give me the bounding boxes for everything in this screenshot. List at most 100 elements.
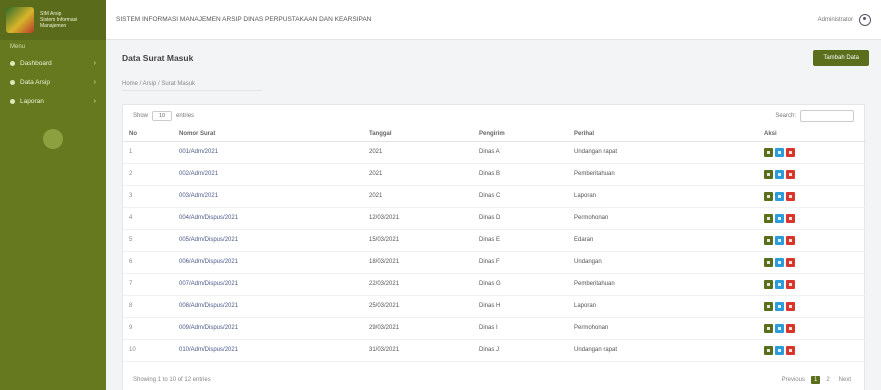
edit-button[interactable] <box>775 257 784 267</box>
row-actions <box>758 141 866 164</box>
row-tanggal: 25/03/2021 <box>363 295 473 318</box>
table-body: 1 001/Adm/2021 2021 Dinas A Undangan rapat 2 0… <box>123 141 866 362</box>
view-button[interactable] <box>764 345 773 355</box>
view-button[interactable] <box>764 279 773 289</box>
row-pengirim: Dinas C <box>473 185 568 208</box>
row-tanggal: 2021 <box>363 141 473 164</box>
row-pengirim: Dinas B <box>473 163 568 186</box>
row-tanggal: 29/03/2021 <box>363 317 473 340</box>
row-perihal: Permohonan <box>568 317 758 340</box>
action-buttons <box>764 323 860 333</box>
row-pengirim: Dinas H <box>473 295 568 318</box>
delete-button[interactable] <box>786 235 795 245</box>
page-title: Data Surat Masuk <box>122 53 194 63</box>
user-name: Administrator <box>817 16 853 23</box>
length-select[interactable]: 10 <box>152 111 173 121</box>
action-buttons <box>764 169 860 179</box>
edit-button[interactable] <box>775 323 784 333</box>
row-nomor-surat: 004/Adm/Dispus/2021 <box>173 207 363 230</box>
chevron-right-icon: › <box>93 79 96 86</box>
pagination-previous[interactable]: Previous <box>779 376 808 384</box>
pagination-page[interactable]: 2 <box>823 376 832 384</box>
edit-button[interactable] <box>775 235 784 245</box>
pagination-page[interactable]: 1 <box>810 376 821 384</box>
row-nomor-surat: 005/Adm/Dispus/2021 <box>173 229 363 252</box>
action-buttons <box>764 191 860 201</box>
view-button[interactable] <box>764 235 773 245</box>
view-button[interactable] <box>764 301 773 311</box>
edit-button[interactable] <box>775 279 784 289</box>
edit-button[interactable] <box>775 213 784 223</box>
row-actions <box>758 339 866 362</box>
delete-button[interactable] <box>786 169 795 179</box>
row-pengirim: Dinas D <box>473 207 568 230</box>
edit-button[interactable] <box>775 147 784 157</box>
search-label: Search: <box>775 113 796 119</box>
delete-button[interactable] <box>786 213 795 223</box>
view-button[interactable] <box>764 191 773 201</box>
search-input[interactable] <box>800 110 854 122</box>
chevron-right-icon: › <box>93 60 96 67</box>
row-number: 4 <box>123 207 173 230</box>
view-button[interactable] <box>764 147 773 157</box>
row-number: 8 <box>123 295 173 318</box>
add-button[interactable]: Tambah Data <box>813 50 869 66</box>
action-buttons <box>764 147 860 157</box>
view-button[interactable] <box>764 257 773 267</box>
sidebar-item-data-arsip[interactable]: Data Arsip › <box>0 73 106 92</box>
column-header-tanggal[interactable]: Tanggal <box>363 127 473 142</box>
row-actions <box>758 163 866 186</box>
edit-button[interactable] <box>775 169 784 179</box>
user-menu[interactable]: Administrator <box>817 13 871 26</box>
row-number: 2 <box>123 163 173 186</box>
delete-button[interactable] <box>786 147 795 157</box>
edit-button[interactable] <box>775 301 784 311</box>
delete-button[interactable] <box>786 323 795 333</box>
view-button[interactable] <box>764 169 773 179</box>
user-icon[interactable] <box>859 13 871 26</box>
table-controls: Show 10 entries Search: <box>123 105 864 127</box>
row-tanggal: 2021 <box>363 163 473 186</box>
row-number: 5 <box>123 229 173 252</box>
column-header-pengirim[interactable]: Pengirim <box>473 127 568 142</box>
action-buttons <box>764 345 860 355</box>
delete-button[interactable] <box>786 345 795 355</box>
length-label: Show <box>133 113 149 119</box>
row-perihal: Pemberitahuan <box>568 273 758 296</box>
delete-button[interactable] <box>786 301 795 311</box>
edit-button[interactable] <box>775 345 784 355</box>
view-button[interactable] <box>764 323 773 333</box>
brand[interactable]: SIM Arsip Sistem Informasi Manajemen <box>0 0 106 40</box>
row-perihal: Undangan <box>568 251 758 274</box>
column-header-nomor[interactable]: Nomor Surat <box>173 127 363 142</box>
row-perihal: Undangan rapat <box>568 339 758 362</box>
row-nomor-surat: 001/Adm/2021 <box>173 141 363 164</box>
column-header-perihal[interactable]: Perihal <box>568 127 758 142</box>
view-button[interactable] <box>764 213 773 223</box>
sidebar-item-dashboard[interactable]: Dashboard › <box>0 54 106 73</box>
table-row: 8 008/Adm/Dispus/2021 25/03/2021 Dinas H Lap… <box>123 295 866 318</box>
table-info: Showing 1 to 10 of 12 entries <box>133 377 211 383</box>
column-header-no[interactable]: No <box>123 127 173 142</box>
topbar: SISTEM INFORMASI MANAJEMEN ARSIP DINAS P… <box>106 0 881 40</box>
chevron-right-icon: › <box>93 98 96 105</box>
sidebar: SIM Arsip Sistem Informasi Manajemen Men… <box>0 0 106 390</box>
row-perihal: Pemberitahuan <box>568 163 758 186</box>
data-table: No Nomor Surat Tanggal Pengirim Perihal … <box>123 127 866 362</box>
delete-button[interactable] <box>786 257 795 267</box>
action-buttons <box>764 279 860 289</box>
delete-button[interactable] <box>786 191 795 201</box>
table-row: 1 001/Adm/2021 2021 Dinas A Undangan rapat <box>123 141 866 164</box>
table-row: 6 006/Adm/Dispus/2021 18/03/2021 Dinas F Und… <box>123 251 866 274</box>
edit-button[interactable] <box>775 191 784 201</box>
row-tanggal: 18/03/2021 <box>363 251 473 274</box>
row-nomor-surat: 008/Adm/Dispus/2021 <box>173 295 363 318</box>
row-tanggal: 2021 <box>363 185 473 208</box>
row-pengirim: Dinas E <box>473 229 568 252</box>
sidebar-item-laporan[interactable]: Laporan › <box>0 92 106 111</box>
brand-logo <box>6 7 34 33</box>
pagination-next[interactable]: Next <box>836 376 854 384</box>
delete-button[interactable] <box>786 279 795 289</box>
row-pengirim: Dinas A <box>473 141 568 164</box>
pagination: Previous 1 2 Next <box>779 376 854 384</box>
